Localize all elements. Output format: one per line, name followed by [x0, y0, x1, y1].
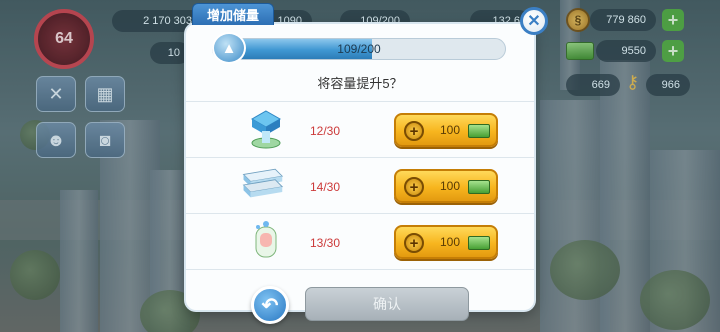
player-level-badge[interactable]: 64 [34, 9, 94, 69]
divider [186, 213, 534, 214]
keys-b-value: 966 [661, 79, 680, 91]
item-count: 12/30 [310, 124, 341, 138]
key-icon: ⚷ [626, 72, 640, 92]
capacity-progress-bar: 109/200 [212, 38, 506, 60]
keys-counter-a: 669 [566, 74, 620, 96]
close-icon[interactable]: ✕ [520, 7, 548, 35]
add-simcash-button[interactable]: + [662, 40, 684, 62]
plus-icon: + [404, 121, 424, 141]
price-label: 100 [440, 235, 461, 249]
divider [186, 269, 534, 270]
price-label: 100 [440, 123, 461, 137]
left-counter-2-value: 10 [167, 47, 180, 59]
simcash-icon [468, 180, 490, 194]
simoleon-value: 779 860 [606, 14, 646, 26]
lock-icon [244, 107, 288, 151]
simoleon-counter: 779 860 [590, 9, 656, 31]
divider [186, 101, 534, 102]
left-counter-2: 10 [150, 42, 190, 64]
bar-icon [240, 163, 284, 207]
item-count: 13/30 [310, 236, 341, 250]
friends-button[interactable]: ☻ [36, 122, 76, 158]
increase-storage-dialog [186, 24, 534, 310]
add-simoleons-button[interactable]: + [662, 9, 684, 31]
back-arrow-icon[interactable]: ↶ [251, 286, 289, 324]
simcash-counter: 9550 [596, 40, 656, 62]
pipe-icon [244, 219, 288, 263]
keys-counter-b: 966 [646, 74, 690, 96]
tools-button[interactable]: ✕ [36, 76, 76, 112]
plus-icon: + [404, 233, 424, 253]
divider [186, 157, 534, 158]
warehouse-icon: ▲ [212, 32, 246, 64]
capacity-text: 109/200 [337, 42, 381, 56]
confirm-button[interactable]: 确认 [305, 287, 469, 321]
keys-a-value: 669 [591, 79, 610, 91]
simcash-icon [566, 42, 594, 60]
dialog-title: 增加储量 [206, 8, 259, 23]
buy-bar-button[interactable]: + 100 [394, 169, 498, 203]
buy-pipe-button[interactable]: + 100 [394, 225, 498, 259]
buy-lock-button[interactable]: + 100 [394, 113, 498, 147]
simcash-icon [468, 236, 490, 250]
gamepad-button[interactable]: ◙ [85, 122, 125, 158]
simcash-value: 9550 [621, 45, 646, 57]
calendar-button[interactable]: ▦ [85, 76, 125, 112]
dialog-title-tab: 增加储量 [192, 3, 274, 25]
player-level: 64 [55, 30, 73, 47]
increase-capacity-prompt: 将容量提升5？ [317, 76, 403, 91]
plus-icon: + [404, 177, 424, 197]
price-label: 100 [440, 179, 461, 193]
simcash-icon [468, 124, 490, 138]
item-count: 14/30 [310, 180, 341, 194]
population-value: 2 170 303 [143, 15, 192, 27]
simoleon-icon: § [566, 8, 590, 32]
